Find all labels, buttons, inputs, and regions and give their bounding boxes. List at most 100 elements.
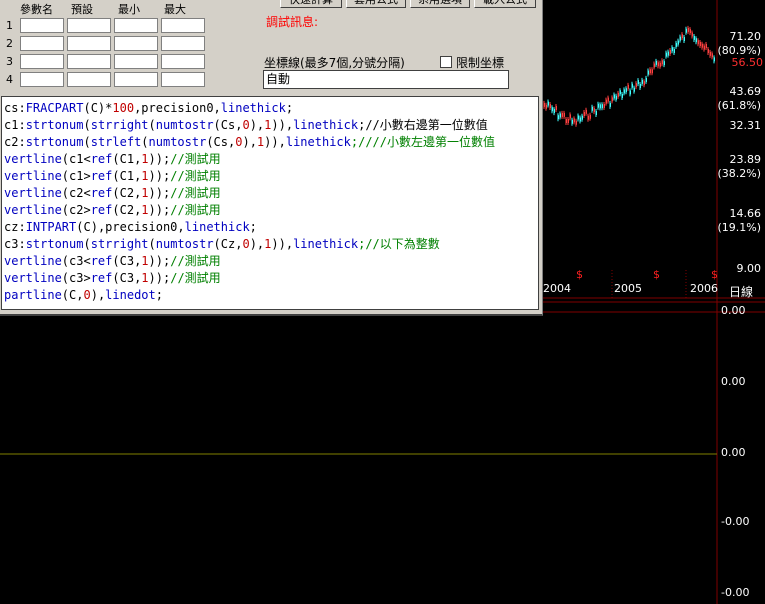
candle-body: [627, 84, 629, 89]
candle-body: [685, 28, 687, 33]
candle-body: [577, 115, 579, 120]
candle-body: [563, 112, 565, 117]
fib-label: (19.1%): [717, 221, 761, 234]
candle-body: [701, 43, 703, 48]
formula-code-editor[interactable]: cs:FRACPART(C)*100,precision0,linethick;…: [1, 96, 539, 310]
candle-body: [693, 35, 695, 40]
param-cell[interactable]: [20, 54, 64, 69]
candle-body: [651, 69, 653, 74]
price-axis: 71.20 (80.9%) 56.50 43.69 (61.8%) 32.31 …: [717, 0, 765, 604]
limit-axis-checkbox[interactable]: [440, 56, 452, 68]
param-cell[interactable]: [67, 72, 111, 87]
param-header-min: 最小: [118, 3, 140, 16]
candle-body: [663, 61, 665, 66]
candle-body: [611, 97, 613, 102]
param-cell[interactable]: [20, 18, 64, 33]
period-selector[interactable]: 日線: [729, 283, 753, 300]
code-line: vertline(c2<ref(C2,1));//測試用: [4, 186, 221, 200]
candle-body: [635, 83, 637, 88]
param-cell[interactable]: [114, 72, 158, 87]
price-label: 14.66: [729, 207, 762, 220]
param-cell[interactable]: [161, 54, 205, 69]
param-row-number: 4: [6, 73, 13, 86]
candle-body: [565, 119, 567, 124]
candle-body: [575, 120, 577, 125]
param-row-number: 2: [6, 37, 13, 50]
code-line: c3:strtonum(strright(numtostr(Cz,0),1)),…: [4, 237, 440, 251]
limit-axis-label: 限制坐標: [456, 56, 505, 70]
candle-body: [673, 48, 675, 53]
param-cell[interactable]: [114, 36, 158, 51]
candle-body: [623, 89, 625, 94]
load-formula-button[interactable]: 載入公式: [474, 0, 536, 8]
candle-body: [649, 69, 651, 74]
candle-body: [581, 115, 583, 120]
candle-body: [697, 40, 699, 45]
axis-line-input[interactable]: 自動: [263, 70, 509, 89]
candle-body: [659, 62, 661, 67]
candle-body: [625, 88, 627, 93]
code-line: vertline(c1>ref(C1,1));//測試用: [4, 169, 221, 183]
candle-body: [665, 52, 667, 57]
param-cell[interactable]: [67, 18, 111, 33]
options-button[interactable]: 系用選項: [410, 0, 470, 8]
apply-formula-button[interactable]: 套用公式: [346, 0, 406, 8]
price-label: 43.69: [729, 85, 762, 98]
fib-label: (61.8%): [717, 99, 761, 112]
code-line: c1:strtonum(strright(numtostr(Cs,0),1)),…: [4, 118, 488, 132]
candle-body: [653, 63, 655, 68]
candle-body: [661, 60, 663, 65]
param-cell[interactable]: [67, 54, 111, 69]
candle-body: [695, 38, 697, 43]
candle-body: [547, 101, 549, 106]
candle-body: [609, 102, 611, 107]
param-header-name: 參數名: [20, 3, 53, 16]
price-label: 32.31: [729, 119, 762, 132]
candle-body: [555, 105, 557, 110]
param-cell[interactable]: [161, 18, 205, 33]
code-line: vertline(c2>ref(C2,1));//測試用: [4, 203, 221, 217]
candle-body: [595, 111, 597, 116]
param-cell[interactable]: [161, 72, 205, 87]
code-line: vertline(c3<ref(C3,1));//測試用: [4, 254, 221, 268]
param-cell[interactable]: [161, 36, 205, 51]
formula-editor-dialog: 參數名 預設 最小 最大 1 2 3 4 快速計算 套用公式 系用選項 載入公式 調試…: [0, 0, 543, 316]
candle-body: [557, 115, 559, 120]
candle-body: [709, 51, 711, 56]
candle-body: [669, 49, 671, 54]
price-label: 71.20: [729, 30, 762, 43]
candle-body: [703, 45, 705, 50]
parameter-table: 參數名 預設 最小 最大 1 2 3 4: [0, 0, 212, 92]
code-line: c2:strtonum(strleft(numtostr(Cs,0),1)),l…: [4, 135, 495, 149]
candle-body: [641, 79, 643, 84]
candle-body: [631, 83, 633, 88]
candle-body: [655, 60, 657, 65]
candle-body: [551, 107, 553, 112]
candle-body: [549, 104, 551, 109]
param-cell[interactable]: [20, 36, 64, 51]
param-cell[interactable]: [20, 72, 64, 87]
candle-body: [677, 40, 679, 45]
candle-body: [683, 37, 685, 42]
candle-body: [657, 62, 659, 67]
candle-body: [583, 112, 585, 117]
param-cell[interactable]: [114, 54, 158, 69]
candle-body: [589, 114, 591, 119]
candle-body: [675, 42, 677, 47]
candle-body: [613, 94, 615, 99]
candle-body: [711, 53, 713, 58]
candle-body: [629, 90, 631, 95]
date-label: 2004: [543, 282, 571, 295]
param-cell[interactable]: [114, 18, 158, 33]
candle-body: [705, 43, 707, 48]
candle-body: [599, 104, 601, 109]
quick-calc-button[interactable]: 快速計算: [280, 0, 342, 8]
dividend-mark: $: [653, 268, 660, 281]
debug-message-label: 調試訊息:: [266, 15, 319, 29]
param-cell[interactable]: [67, 36, 111, 51]
dividend-mark: $: [576, 268, 583, 281]
fib-label: (38.2%): [717, 167, 761, 180]
candle-body: [639, 84, 641, 89]
candle-body: [601, 104, 603, 109]
candle-body: [687, 27, 689, 32]
